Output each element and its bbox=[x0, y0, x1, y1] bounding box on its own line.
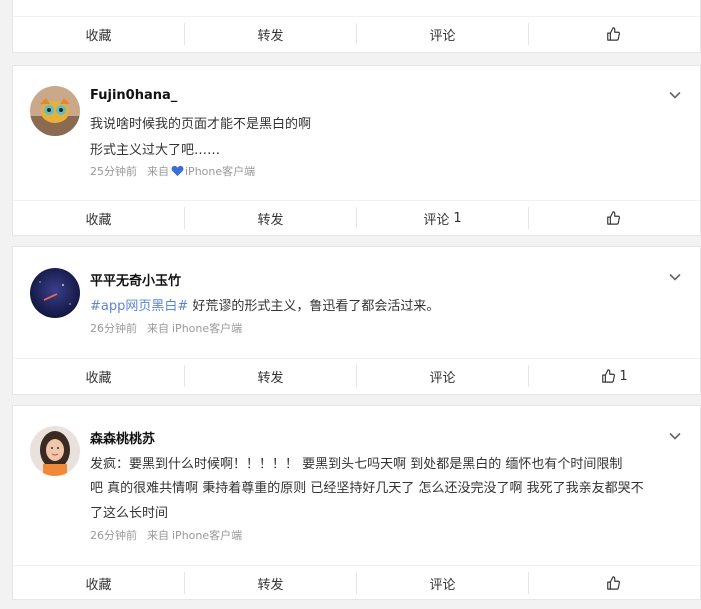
post-card: 森森桃桃苏 发疯：要黑到什么时候啊！！！！！ 要黑到头七吗天啊 到处都是黑白的 … bbox=[12, 405, 701, 600]
forward-button[interactable]: 转发 bbox=[185, 365, 357, 387]
like-count: 1 bbox=[619, 368, 628, 384]
comment-button[interactable]: 评论 bbox=[357, 572, 529, 594]
like-button[interactable] bbox=[529, 572, 700, 594]
comment-label: 评论 bbox=[429, 28, 456, 44]
thumbs-up-icon bbox=[606, 576, 620, 590]
username[interactable]: Fujin0hana_ bbox=[90, 88, 177, 103]
username[interactable]: 平平无奇小玉竹 bbox=[90, 270, 181, 289]
post-card: 平平无奇小玉竹 #app网页黑白# 好荒谬的形式主义，鲁迅看了都会活过来。 26… bbox=[12, 246, 701, 395]
collect-button[interactable]: 收藏 bbox=[13, 23, 185, 45]
heart-icon bbox=[171, 165, 184, 177]
avatar-image bbox=[30, 268, 80, 318]
comment-count: 1 bbox=[453, 210, 462, 226]
forward-button[interactable]: 转发 bbox=[185, 23, 357, 45]
collect-button[interactable]: 收藏 bbox=[13, 207, 185, 229]
thumbs-up-icon bbox=[606, 211, 620, 225]
forward-label: 转发 bbox=[257, 370, 284, 386]
post-source[interactable]: iPhone客户端 bbox=[172, 320, 242, 336]
chevron-down-icon[interactable] bbox=[668, 270, 682, 284]
forward-label: 转发 bbox=[257, 212, 284, 228]
like-button[interactable]: 1 bbox=[529, 365, 700, 387]
post-time[interactable]: 26分钟前 bbox=[90, 527, 137, 543]
post-meta: 26分钟前 来自 iPhone客户端 bbox=[90, 527, 242, 543]
avatar-image bbox=[30, 426, 80, 476]
comment-button[interactable]: 评论 bbox=[357, 365, 529, 387]
collect-label: 收藏 bbox=[85, 28, 112, 44]
post-source[interactable]: iPhone客户端 bbox=[172, 527, 242, 543]
comment-label: 评论 bbox=[423, 212, 450, 228]
comment-button[interactable]: 评论 1 bbox=[357, 207, 529, 229]
post-text-line: 发疯：要黑到什么时候啊！！！！！ 要黑到头七吗天啊 到处都是黑白的 缅怀也有个时… bbox=[90, 457, 623, 472]
post-meta: 26分钟前 来自 iPhone客户端 bbox=[90, 320, 242, 336]
source-prefix: 来自 bbox=[147, 529, 169, 542]
collect-button[interactable]: 收藏 bbox=[13, 365, 185, 387]
source-prefix: 来自 bbox=[147, 322, 169, 335]
post-action-bar: 收藏 转发 评论 bbox=[13, 565, 700, 600]
post-card-previous: 收藏 转发 评论 bbox=[12, 0, 701, 53]
avatar[interactable] bbox=[30, 426, 80, 476]
post-text-line: 我说啥时候我的页面才能不是黑白的啊 bbox=[90, 117, 312, 132]
thumbs-up-icon bbox=[606, 27, 620, 41]
post-text-line: 了这么长时间 bbox=[90, 506, 169, 521]
post-action-bar: 收藏 转发 评论 1 bbox=[13, 200, 700, 235]
chevron-down-icon[interactable] bbox=[668, 429, 682, 443]
avatar-image bbox=[30, 86, 80, 136]
post-time[interactable]: 25分钟前 bbox=[90, 163, 137, 179]
post-text-line: 吧 真的很难共情啊 秉持着尊重的原则 已经坚持好几天了 怎么还没完没了啊 我死了… bbox=[90, 481, 644, 496]
topic-link[interactable]: #app网页黑白# bbox=[90, 299, 188, 314]
username[interactable]: 森森桃桃苏 bbox=[90, 428, 155, 447]
comment-label: 评论 bbox=[429, 577, 456, 593]
comment-button[interactable]: 评论 bbox=[357, 23, 529, 45]
forward-label: 转发 bbox=[257, 577, 284, 593]
collect-button[interactable]: 收藏 bbox=[13, 572, 185, 594]
collect-label: 收藏 bbox=[85, 212, 112, 228]
post-source[interactable]: iPhone客户端 bbox=[185, 163, 255, 179]
post-action-bar: 收藏 转发 评论 1 bbox=[13, 358, 700, 393]
collect-label: 收藏 bbox=[85, 370, 112, 386]
forward-label: 转发 bbox=[257, 28, 284, 44]
post-text: 好荒谬的形式主义，鲁迅看了都会活过来。 bbox=[188, 299, 440, 314]
avatar[interactable] bbox=[30, 268, 80, 318]
post-text-line: #app网页黑白# 好荒谬的形式主义，鲁迅看了都会活过来。 bbox=[90, 295, 439, 314]
post-action-bar: 收藏 转发 评论 bbox=[13, 16, 700, 51]
like-button[interactable] bbox=[529, 207, 700, 229]
chevron-down-icon[interactable] bbox=[668, 88, 682, 102]
avatar[interactable] bbox=[30, 86, 80, 136]
collect-label: 收藏 bbox=[85, 577, 112, 593]
post-meta: 25分钟前 来自 iPhone客户端 bbox=[90, 163, 255, 179]
comment-label: 评论 bbox=[429, 370, 456, 386]
forward-button[interactable]: 转发 bbox=[185, 572, 357, 594]
post-time[interactable]: 26分钟前 bbox=[90, 320, 137, 336]
post-card: Fujin0hana_ 我说啥时候我的页面才能不是黑白的啊 形式主义过大了吧……… bbox=[12, 65, 701, 236]
thumbs-up-icon bbox=[602, 369, 616, 383]
post-text-line: 形式主义过大了吧…… bbox=[90, 143, 221, 158]
forward-button[interactable]: 转发 bbox=[185, 207, 357, 229]
like-button[interactable] bbox=[529, 23, 700, 45]
source-prefix: 来自 bbox=[147, 165, 169, 178]
